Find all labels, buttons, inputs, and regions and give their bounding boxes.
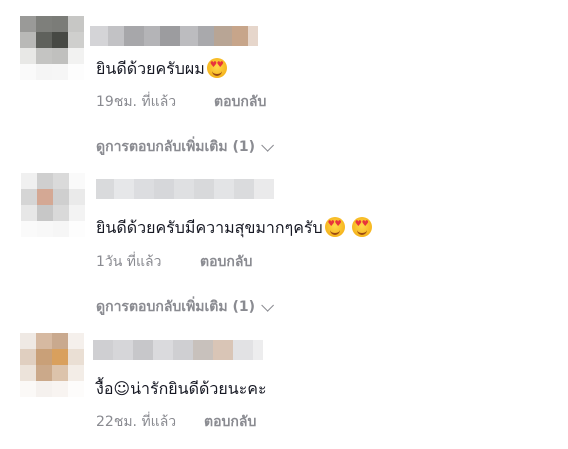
view-more-replies-label: ดูการตอบกลับเพิ่มเติม (1) [96,299,256,315]
avatar[interactable] [20,333,84,397]
username-blurred[interactable] [93,340,263,360]
view-more-replies-label: ดูการตอบกลับเพิ่มเติม (1) [96,139,256,155]
comment-text: ยินดีด้วยครับผม [96,58,227,80]
avatar[interactable] [21,173,85,237]
reply-button[interactable]: ตอบกลับ [200,252,252,272]
view-more-replies-button[interactable]: ดูการตอบกลับเพิ่มเติม (1) [96,297,275,317]
smiling-face-with-hearts-icon [351,217,372,237]
avatar[interactable] [20,16,84,80]
smiling-face-with-hearts-icon [324,217,345,237]
comment-text: งื้อ☺น่ารักยินดีด้วยนะคะ [96,379,267,398]
smiling-face-with-hearts-icon [206,58,227,78]
comment-time: 22ชม. ที่แล้ว [96,414,177,430]
reply-button[interactable]: ตอบกลับ [214,92,266,112]
view-more-replies-button[interactable]: ดูการตอบกลับเพิ่มเติม (1) [96,137,275,157]
comment-time: 19ชม. ที่แล้ว [96,94,177,110]
chevron-down-icon [261,138,275,152]
username-blurred[interactable] [90,26,258,46]
username-blurred[interactable] [96,179,274,199]
comment-time: 1วัน ที่แล้ว [96,254,162,270]
chevron-down-icon [261,298,275,312]
reply-button[interactable]: ตอบกลับ [204,412,256,432]
comment-text: ยินดีด้วยครับมีความสุขมากๆครับ [96,217,372,239]
